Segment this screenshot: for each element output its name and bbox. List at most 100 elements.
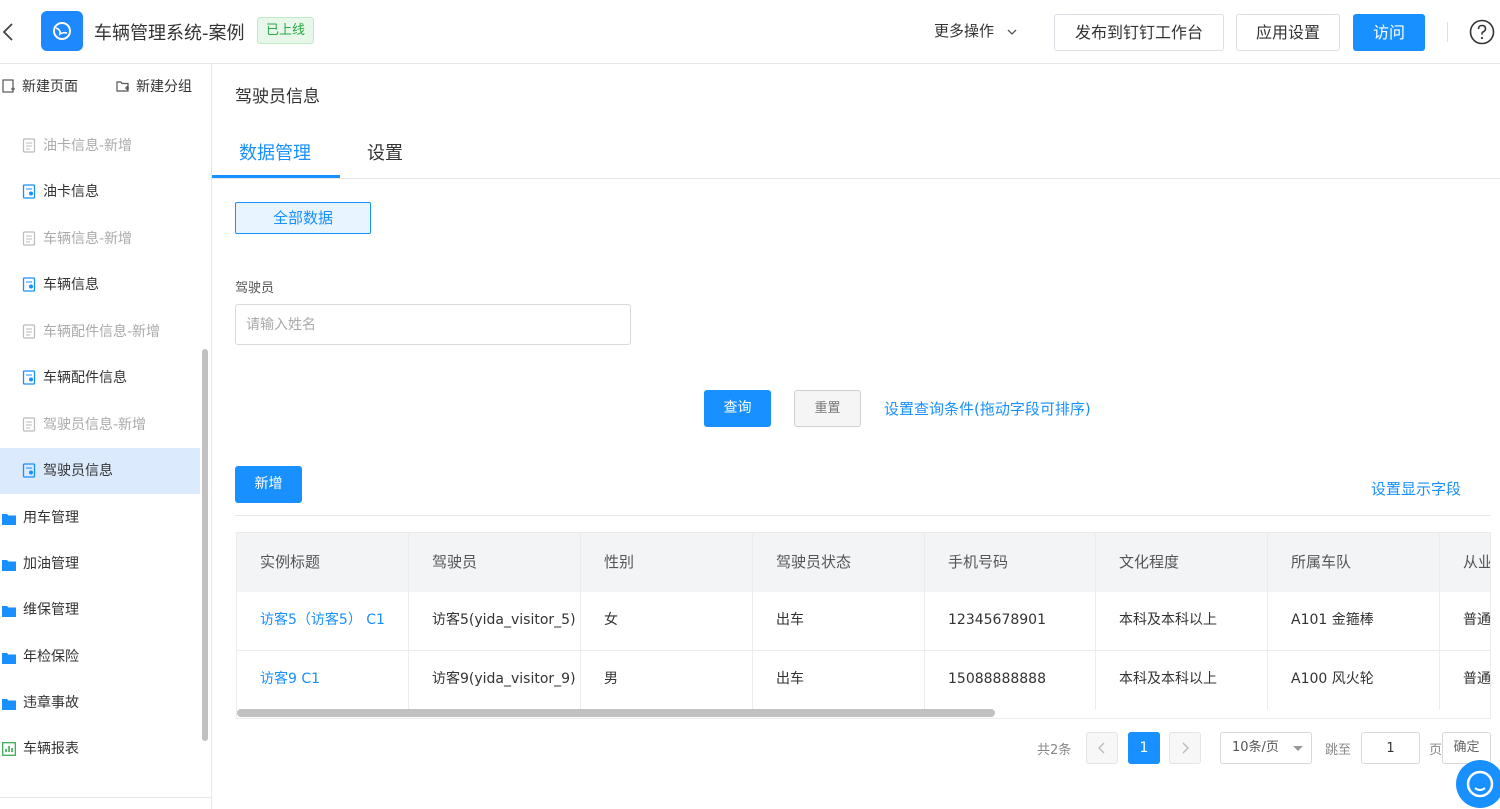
sidebar-group-maintenance[interactable]: 维保管理 xyxy=(0,587,200,633)
sidebar-item-label: 车辆信息-新增 xyxy=(43,231,133,247)
sidebar-item-driver-new[interactable]: 驾驶员信息-新增 xyxy=(0,402,200,448)
new-group-label: 新建分组 xyxy=(136,79,192,95)
configure-query-conditions-link[interactable]: 设置查询条件(拖动字段可排序) xyxy=(884,398,1091,419)
caret-down-icon xyxy=(1293,746,1303,751)
table-cell: 12345678901 xyxy=(925,592,1096,651)
chevron-down-icon xyxy=(1007,29,1017,35)
query-button[interactable]: 查询 xyxy=(704,390,771,427)
table-cell: 访客5(yida_visitor_5) xyxy=(409,592,581,651)
page-title: 驾驶员信息 xyxy=(235,87,320,107)
sidebar-group-violation[interactable]: 违章事故 xyxy=(0,680,200,726)
sidebar-item-label: 车辆配件信息 xyxy=(43,370,127,386)
column-header[interactable]: 所属车队 xyxy=(1268,533,1440,592)
sidebar: 新建页面 新建分组 油卡信息-新增 油卡信息 车辆信息-新增 车辆信息 车辆配件… xyxy=(0,64,212,809)
publish-dingtalk-button[interactable]: 发布到钉钉工作台 xyxy=(1054,14,1224,51)
instance-title-link[interactable]: 访客5（访客5） C1 xyxy=(237,592,409,651)
status-badge: 已上线 xyxy=(257,17,315,44)
folder-icon xyxy=(2,606,16,617)
tab-data-management[interactable]: 数据管理 xyxy=(239,139,311,165)
driver-name-input[interactable] xyxy=(235,304,631,345)
column-header[interactable]: 文化程度 xyxy=(1096,533,1268,592)
all-data-view-button[interactable]: 全部数据 xyxy=(235,202,371,234)
table-cell: 15088888888 xyxy=(925,651,1096,710)
folder-icon xyxy=(2,653,16,664)
new-group-button[interactable]: 新建分组 xyxy=(116,76,192,96)
sidebar-item-label: 车辆信息 xyxy=(43,277,99,293)
table-cell: 女 xyxy=(581,592,753,651)
table-cell: 本科及本科以上 xyxy=(1096,651,1268,710)
chevron-left-icon xyxy=(1098,742,1105,754)
top-bar: 车辆管理系统-案例 已上线 更多操作 发布到钉钉工作台 应用设置 访问 xyxy=(0,0,1500,64)
page-size-select[interactable]: 10条/页 xyxy=(1220,732,1312,764)
table-cell: 出车 xyxy=(753,592,925,651)
column-header[interactable]: 从业 xyxy=(1440,533,1490,592)
column-header[interactable]: 手机号码 xyxy=(925,533,1096,592)
tab-bar: 数据管理 设置 xyxy=(212,128,1500,179)
app-settings-button[interactable]: 应用设置 xyxy=(1236,14,1340,51)
sidebar-item-label: 油卡信息-新增 xyxy=(43,138,133,154)
more-actions-dropdown[interactable]: 更多操作 xyxy=(934,20,1017,41)
table-horizontal-scrollbar[interactable] xyxy=(237,709,995,717)
chart-report-icon xyxy=(2,742,16,756)
form-page-icon xyxy=(22,324,36,339)
sidebar-group-vehicle-use[interactable]: 用车管理 xyxy=(0,495,200,541)
configure-display-fields-link[interactable]: 设置显示字段 xyxy=(1371,478,1461,499)
column-header[interactable]: 性别 xyxy=(581,533,753,592)
new-page-icon xyxy=(2,79,15,93)
report-page-icon xyxy=(22,463,36,478)
sidebar-item-label: 维保管理 xyxy=(23,602,79,618)
sidebar-item-oilcard[interactable]: 油卡信息 xyxy=(0,169,200,215)
sidebar-group-inspection[interactable]: 年检保险 xyxy=(0,634,200,680)
sidebar-item-parts[interactable]: 车辆配件信息 xyxy=(0,355,200,401)
table-row[interactable]: 访客9 C1 访客9(yida_visitor_9) 男 出车 15088888… xyxy=(237,651,1490,710)
reset-button[interactable]: 重置 xyxy=(794,390,861,427)
sidebar-item-vehicle-report[interactable]: 车辆报表 xyxy=(0,726,200,772)
folder-icon xyxy=(2,560,16,571)
jump-confirm-button[interactable]: 确定 xyxy=(1442,732,1491,764)
sidebar-item-label: 违章事故 xyxy=(23,695,79,711)
column-header[interactable]: 驾驶员状态 xyxy=(753,533,925,592)
sidebar-scrollbar[interactable] xyxy=(202,349,208,741)
sidebar-item-label: 用车管理 xyxy=(23,510,79,526)
next-page-button[interactable] xyxy=(1169,732,1201,764)
back-arrow-icon[interactable] xyxy=(0,18,18,46)
column-header[interactable]: 驾驶员 xyxy=(409,533,581,592)
form-page-icon xyxy=(22,138,36,153)
instance-title-link[interactable]: 访客9 C1 xyxy=(237,651,409,710)
new-page-button[interactable]: 新建页面 xyxy=(2,76,78,96)
jump-page-input[interactable] xyxy=(1361,732,1420,764)
new-page-label: 新建页面 xyxy=(22,79,78,95)
form-page-icon xyxy=(22,417,36,432)
sidebar-item-vehicle-new[interactable]: 车辆信息-新增 xyxy=(0,216,200,262)
prev-page-button[interactable] xyxy=(1086,732,1118,764)
floating-support-icon[interactable] xyxy=(1456,760,1500,808)
current-page-button[interactable]: 1 xyxy=(1128,732,1160,764)
report-page-icon xyxy=(22,277,36,292)
table-cell: 普通 xyxy=(1440,651,1490,710)
page-suffix-label: 页 xyxy=(1429,743,1443,758)
sidebar-item-oilcard-new[interactable]: 油卡信息-新增 xyxy=(0,123,200,169)
folder-icon xyxy=(2,514,16,525)
visit-button[interactable]: 访问 xyxy=(1353,14,1425,51)
table-cell: A101 金箍棒 xyxy=(1268,592,1440,651)
data-table: 实例标题 驾驶员 性别 驾驶员状态 手机号码 文化程度 所属车队 从业 访客5（… xyxy=(236,532,1491,719)
tab-settings[interactable]: 设置 xyxy=(367,139,403,165)
driver-filter-label: 驾驶员 xyxy=(235,281,275,296)
table-cell: A100 风火轮 xyxy=(1268,651,1440,710)
sidebar-item-vehicle[interactable]: 车辆信息 xyxy=(0,262,200,308)
chevron-right-icon xyxy=(1182,742,1189,754)
folder-icon xyxy=(2,699,16,710)
sidebar-group-refuel[interactable]: 加油管理 xyxy=(0,541,200,587)
sidebar-footer xyxy=(0,797,211,809)
table-row[interactable]: 访客5（访客5） C1 访客5(yida_visitor_5) 女 出车 123… xyxy=(237,592,1490,651)
page-size-value: 10条/页 xyxy=(1232,740,1279,755)
help-icon[interactable] xyxy=(1469,19,1495,45)
sidebar-item-parts-new[interactable]: 车辆配件信息-新增 xyxy=(0,309,200,355)
sidebar-item-label: 驾驶员信息 xyxy=(43,463,113,479)
sidebar-actions: 新建页面 新建分组 xyxy=(0,64,211,109)
sidebar-item-driver[interactable]: 驾驶员信息 xyxy=(0,448,200,494)
add-record-button[interactable]: 新增 xyxy=(235,466,302,503)
column-header[interactable]: 实例标题 xyxy=(237,533,409,592)
sidebar-item-label: 油卡信息 xyxy=(43,184,99,200)
report-page-icon xyxy=(22,370,36,385)
